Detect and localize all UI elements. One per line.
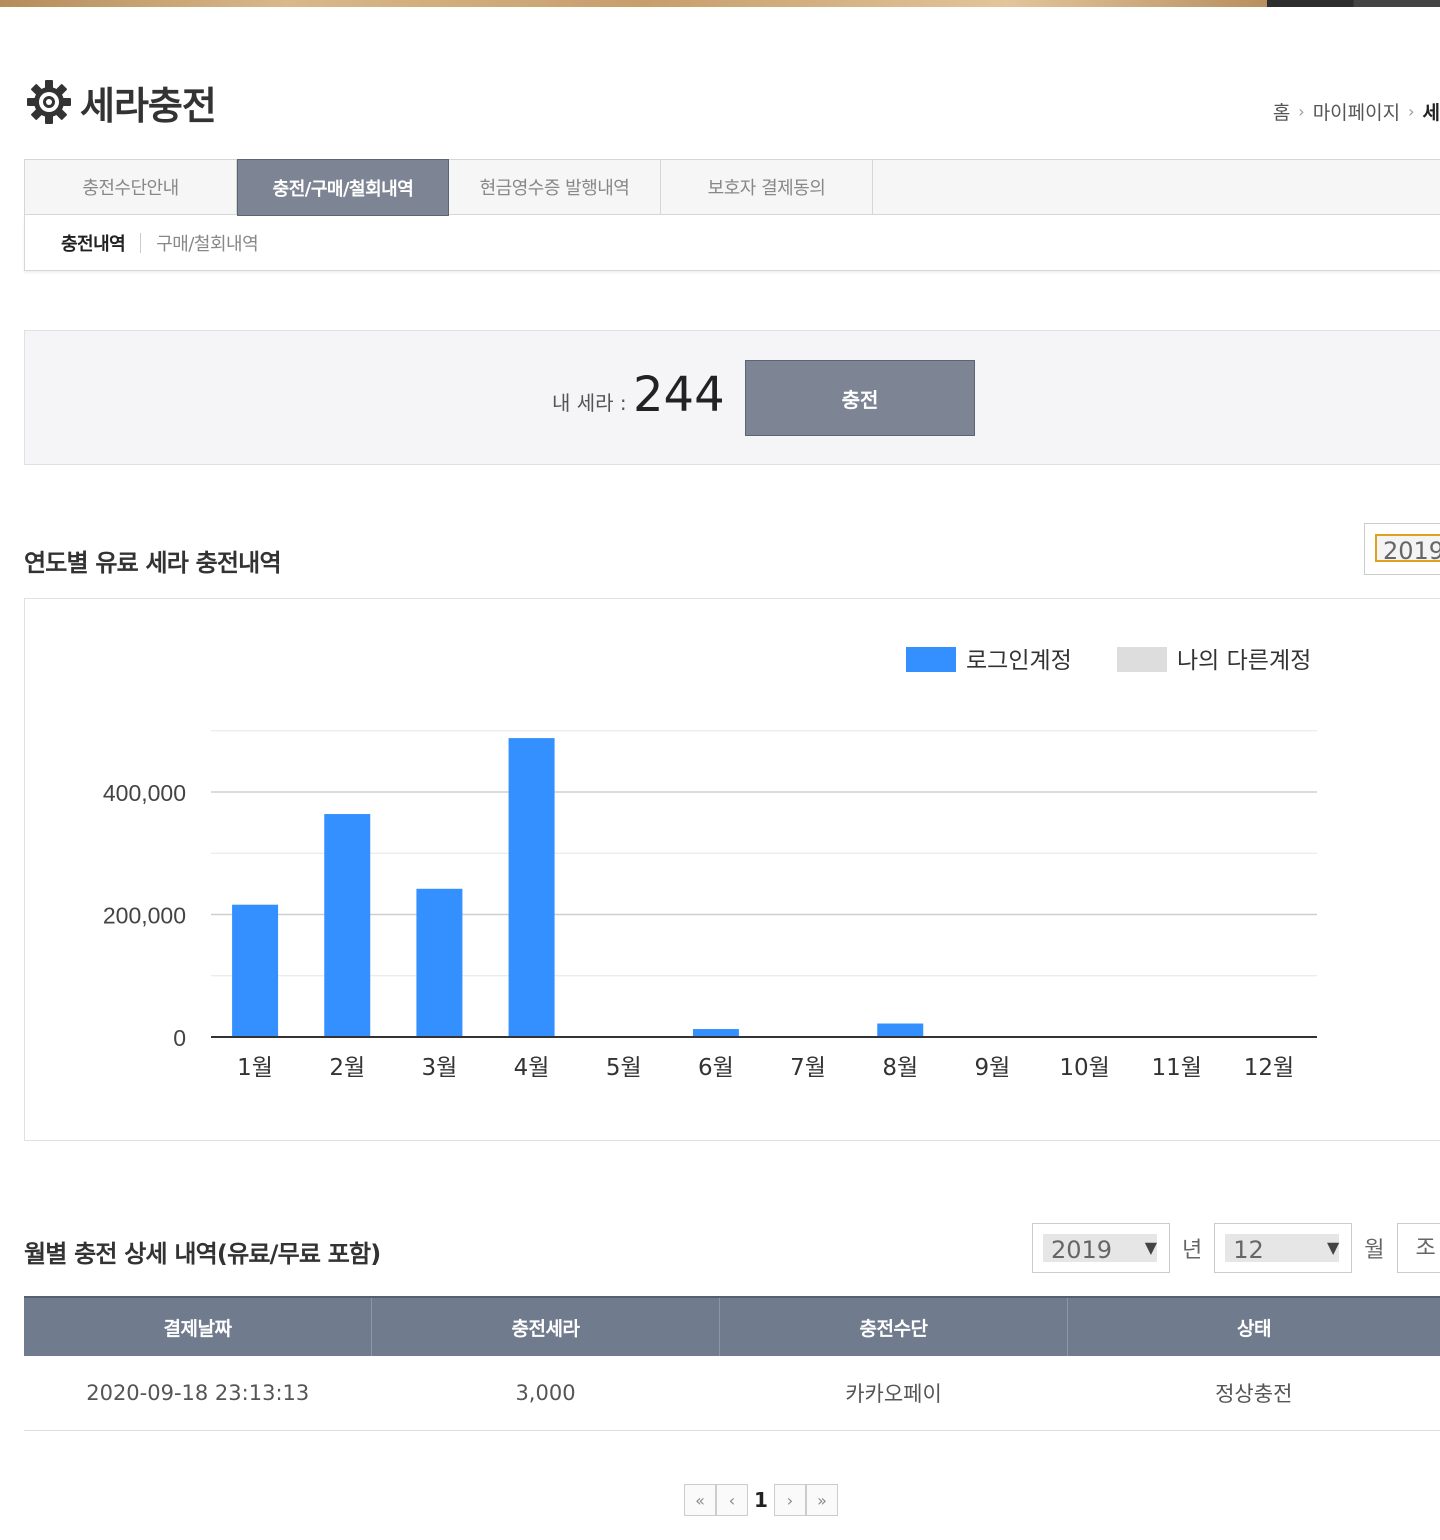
- legend-label: 나의 다른계정: [1177, 648, 1311, 674]
- x-tick-label: 6월: [698, 1055, 734, 1081]
- x-tick-label: 9월: [975, 1055, 1011, 1081]
- charge-history-table: 결제날짜 충전세라 충전수단 상태 2020-09-18 23:13:13 3,…: [24, 1296, 1440, 1431]
- breadcrumb-current: 세: [1422, 102, 1440, 124]
- main-tabs: 충전수단안내 충전/구매/철회내역 현금영수증 발행내역 보호자 결제동의: [24, 159, 1440, 216]
- balance-label: 내 세라 :: [552, 391, 627, 415]
- bar: [877, 1023, 924, 1037]
- subtab-divider: [140, 232, 142, 253]
- bar: [232, 904, 279, 1037]
- tab-cash-receipt[interactable]: 현금영수증 발행내역: [449, 160, 661, 214]
- tab-charge-history[interactable]: 충전/구매/철회내역: [237, 159, 449, 216]
- monthly-filters: 2019 ▼ 년 12 ▼ 월 조: [1032, 1223, 1440, 1273]
- cell-method: 카카오페이: [719, 1356, 1068, 1431]
- yearly-chart: 0 200,000 400,000 1월 2월 3월 4월 5월 6월 7월 8월 9월 10월 11월 1…: [24, 598, 1440, 1141]
- legend-swatch: [1117, 647, 1167, 672]
- x-tick-label: 10월: [1059, 1055, 1109, 1081]
- sub-tabs: 충전내역 구매/철회내역: [24, 215, 1440, 271]
- cell-status: 정상충전: [1067, 1356, 1440, 1431]
- page-title: 세라충전: [80, 83, 217, 128]
- column-header-date: 결제날짜: [24, 1296, 372, 1356]
- subtab-charge-history[interactable]: 충전내역: [61, 230, 126, 256]
- monthly-month-select[interactable]: 12 ▼: [1214, 1223, 1353, 1273]
- y-tick-label: 0: [173, 1025, 186, 1051]
- x-tick-label: 12월: [1244, 1055, 1294, 1081]
- table-row: 2020-09-18 23:13:13 3,000 카카오페이 정상충전: [24, 1356, 1440, 1431]
- month-unit-label: 월: [1364, 1238, 1385, 1263]
- year-unit-label: 년: [1182, 1238, 1203, 1263]
- last-page-button[interactable]: »: [806, 1484, 838, 1516]
- yearly-year-value: 2019: [1375, 534, 1440, 565]
- breadcrumb: 홈 › 마이페이지 › 세: [1273, 98, 1440, 125]
- breadcrumb-mypage[interactable]: 마이페이지: [1313, 98, 1400, 125]
- dropdown-arrow-icon: ▼: [1326, 1238, 1340, 1257]
- chart-svg: 0 200,000 400,000 1월 2월 3월 4월 5월 6월 7월 8월 9월 10월 11월 1…: [103, 647, 1317, 1081]
- column-header-method: 충전수단: [719, 1296, 1068, 1356]
- pagination: « ‹ 1 › »: [684, 1484, 838, 1516]
- x-tick-label: 7월: [790, 1055, 826, 1081]
- cell-date: 2020-09-18 23:13:13: [24, 1356, 372, 1431]
- y-tick-label: 400,000: [103, 780, 186, 806]
- x-tick-label: 5월: [606, 1055, 642, 1081]
- x-tick-label: 1월: [237, 1055, 273, 1081]
- balance-value: 244: [633, 367, 725, 423]
- y-tick-label: 200,000: [103, 903, 186, 929]
- x-tick-label: 4월: [514, 1055, 550, 1081]
- legend-swatch: [906, 647, 956, 672]
- yearly-year-select[interactable]: 2019: [1364, 523, 1440, 575]
- legend-label: 로그인계정: [966, 648, 1072, 674]
- tab-charge-methods[interactable]: 충전수단안내: [25, 160, 237, 214]
- monthly-year-select[interactable]: 2019 ▼: [1032, 1223, 1170, 1273]
- bar: [324, 814, 371, 1037]
- prev-page-button[interactable]: ‹: [716, 1484, 748, 1516]
- cell-amount: 3,000: [371, 1356, 720, 1431]
- balance-panel: 내 세라 : 244 충전: [24, 330, 1440, 465]
- tab-guardian-consent[interactable]: 보호자 결제동의: [661, 160, 873, 214]
- gear-icon: [27, 80, 71, 124]
- dropdown-arrow-icon: ▼: [1144, 1238, 1157, 1257]
- yearly-section-title: 연도별 유료 세라 충전내역: [24, 549, 282, 577]
- bar: [508, 738, 555, 1037]
- search-button[interactable]: 조: [1396, 1223, 1440, 1273]
- charge-button[interactable]: 충전: [745, 360, 975, 436]
- breadcrumb-home[interactable]: 홈: [1273, 98, 1290, 125]
- page-header: 세라충전: [24, 72, 217, 132]
- first-page-button[interactable]: «: [684, 1484, 716, 1516]
- x-tick-label: 2월: [329, 1055, 365, 1081]
- x-tick-label: 11월: [1152, 1055, 1202, 1081]
- current-page[interactable]: 1: [748, 1484, 774, 1516]
- x-tick-label: 8월: [882, 1055, 918, 1081]
- chevron-right-icon: ›: [1298, 102, 1305, 121]
- chevron-right-icon: ›: [1408, 102, 1415, 121]
- x-tick-label: 3월: [422, 1055, 458, 1081]
- subtab-purchase-history[interactable]: 구매/철회내역: [156, 230, 258, 256]
- column-header-status: 상태: [1067, 1296, 1440, 1356]
- top-banner: [0, 0, 1440, 7]
- column-header-amount: 충전세라: [371, 1296, 720, 1356]
- next-page-button[interactable]: ›: [774, 1484, 806, 1516]
- monthly-section-title: 월별 충전 상세 내역(유료/무료 포함): [24, 1240, 381, 1268]
- bar: [692, 1029, 739, 1037]
- bar: [416, 888, 463, 1037]
- table-header-row: 결제날짜 충전세라 충전수단 상태: [24, 1296, 1440, 1356]
